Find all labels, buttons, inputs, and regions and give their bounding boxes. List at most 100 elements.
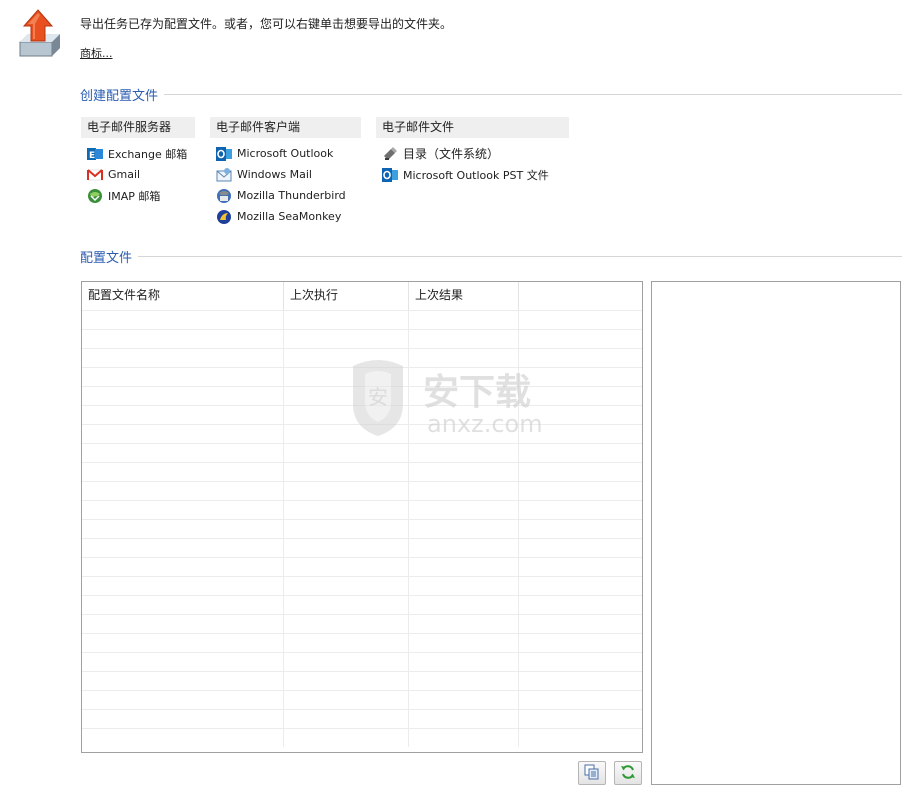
- item-exchange-label: Exchange 邮箱: [108, 147, 188, 161]
- item-exchange[interactable]: E Exchange 邮箱: [81, 143, 195, 164]
- table-cell: [82, 577, 284, 595]
- table-row: [82, 538, 642, 557]
- copy-profile-button[interactable]: [578, 761, 606, 785]
- directory-icon: [382, 146, 398, 162]
- table-cell: [82, 406, 284, 424]
- svg-text:安: 安: [368, 385, 388, 409]
- trademark-link[interactable]: 商标...: [80, 45, 113, 61]
- item-seamonkey[interactable]: Mozilla SeaMonkey: [210, 206, 361, 227]
- table-cell: [284, 330, 409, 348]
- group-email-files: 电子邮件文件 目录（文件系统） Microsoft Outlook PST 文件: [376, 117, 569, 185]
- table-cell: [82, 710, 284, 728]
- item-seamonkey-label: Mozilla SeaMonkey: [237, 210, 342, 223]
- column-last-run[interactable]: 上次执行: [284, 282, 409, 310]
- table-cell: [409, 729, 519, 747]
- column-profile-name[interactable]: 配置文件名称: [82, 282, 284, 310]
- item-thunderbird[interactable]: Mozilla Thunderbird: [210, 185, 361, 206]
- item-directory-label: 目录（文件系统）: [403, 147, 500, 161]
- table-cell: [409, 520, 519, 538]
- item-outlook-pst-label: Microsoft Outlook PST 文件: [403, 168, 549, 182]
- table-cell: [82, 330, 284, 348]
- table-cell: [519, 634, 642, 652]
- table-cell: [409, 463, 519, 481]
- table-cell: [82, 425, 284, 443]
- item-gmail[interactable]: Gmail: [81, 164, 195, 185]
- watermark-en-text: anxz.com: [427, 410, 543, 438]
- imap-globe-icon: [87, 188, 103, 204]
- table-cell: [519, 482, 642, 500]
- table-row: [82, 728, 642, 747]
- table-cell: [82, 634, 284, 652]
- table-cell: [284, 311, 409, 329]
- section-divider: [138, 256, 902, 257]
- table-cell: [519, 710, 642, 728]
- column-last-result[interactable]: 上次结果: [409, 282, 519, 310]
- item-outlook[interactable]: Microsoft Outlook: [210, 143, 361, 164]
- table-row: [82, 633, 642, 652]
- item-gmail-label: Gmail: [108, 168, 141, 181]
- table-cell: [82, 558, 284, 576]
- table-cell: [409, 691, 519, 709]
- table-row: [82, 519, 642, 538]
- item-windows-mail-label: Windows Mail: [237, 168, 312, 181]
- table-cell: [82, 615, 284, 633]
- table-cell: [409, 672, 519, 690]
- table-cell: [284, 653, 409, 671]
- table-cell: [284, 482, 409, 500]
- table-cell: [82, 672, 284, 690]
- table-cell: [284, 558, 409, 576]
- group-header-email-clients: 电子邮件客户端: [210, 117, 361, 138]
- table-cell: [284, 729, 409, 747]
- windows-mail-icon: [216, 167, 232, 183]
- create-profile-title: 创建配置文件: [80, 85, 902, 104]
- table-cell: [409, 577, 519, 595]
- table-cell: [284, 634, 409, 652]
- section-divider: [164, 94, 902, 95]
- table-cell: [82, 311, 284, 329]
- profiles-title-text: 配置文件: [80, 251, 133, 266]
- group-email-servers: 电子邮件服务器 E Exchange 邮箱 Gmail IMAP 邮箱: [81, 117, 195, 206]
- table-cell: [409, 444, 519, 462]
- refresh-icon: [620, 764, 636, 783]
- table-row: [82, 652, 642, 671]
- table-row: [82, 500, 642, 519]
- table-cell: [519, 653, 642, 671]
- table-row: [82, 709, 642, 728]
- table-row: [82, 443, 642, 462]
- create-profile-title-text: 创建配置文件: [80, 89, 159, 104]
- table-cell: [519, 615, 642, 633]
- profile-preview-pane: [651, 281, 901, 785]
- table-cell: [409, 330, 519, 348]
- item-directory[interactable]: 目录（文件系统）: [376, 143, 569, 164]
- profiles-table-header: 配置文件名称 上次执行 上次结果: [82, 282, 642, 310]
- table-cell: [82, 387, 284, 405]
- table-row: [82, 576, 642, 595]
- table-cell: [82, 691, 284, 709]
- outlook-pst-icon: [382, 167, 398, 183]
- outlook-icon: [216, 146, 232, 162]
- watermark-cn-text: 安下载: [423, 372, 531, 413]
- refresh-button[interactable]: [614, 761, 642, 785]
- item-thunderbird-label: Mozilla Thunderbird: [237, 189, 346, 202]
- table-cell: [284, 501, 409, 519]
- table-cell: [409, 634, 519, 652]
- table-cell: [284, 596, 409, 614]
- table-cell: [409, 539, 519, 557]
- column-extra: [519, 282, 642, 310]
- table-cell: [519, 501, 642, 519]
- item-windows-mail[interactable]: Windows Mail: [210, 164, 361, 185]
- table-row: [82, 481, 642, 500]
- gmail-icon: [87, 167, 103, 183]
- table-cell: [409, 558, 519, 576]
- table-cell: [519, 444, 642, 462]
- table-cell: [519, 577, 642, 595]
- copy-icon: [584, 764, 600, 783]
- table-row: [82, 595, 642, 614]
- table-cell: [284, 520, 409, 538]
- seamonkey-icon: [216, 209, 232, 225]
- item-outlook-pst[interactable]: Microsoft Outlook PST 文件: [376, 164, 569, 185]
- item-imap[interactable]: IMAP 邮箱: [81, 185, 195, 206]
- table-cell: [409, 653, 519, 671]
- table-row: [82, 329, 642, 348]
- table-cell: [519, 691, 642, 709]
